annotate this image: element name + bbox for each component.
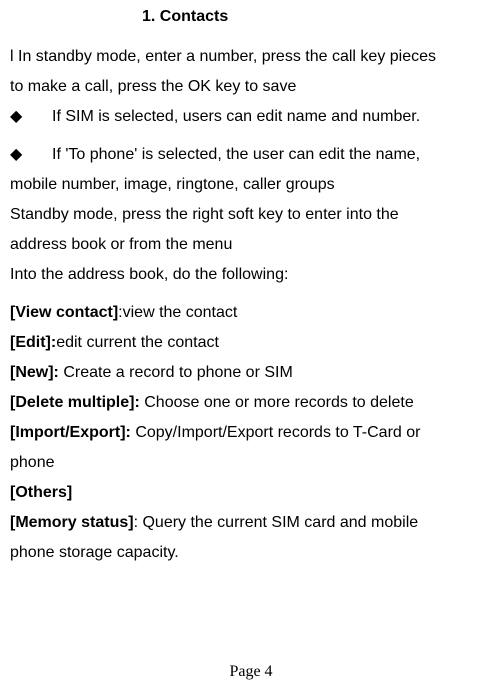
item-edit: [Edit]:edit current the contact — [10, 328, 492, 358]
text: :view the contact — [118, 304, 237, 321]
intro-line-2: to make a call, press the OK key to save — [10, 72, 492, 102]
label: [Others] — [10, 484, 72, 501]
page-number: Page 4 — [0, 663, 502, 681]
item-delete: [Delete multiple]: Choose one or more re… — [10, 388, 492, 418]
diamond-bullet-icon: ◆ — [10, 102, 52, 132]
bullet-text: If SIM is selected, users can edit name … — [52, 102, 492, 132]
label: [Import/Export]: — [10, 424, 135, 441]
bullet-item-sim: ◆ If SIM is selected, users can edit nam… — [10, 102, 492, 132]
item-memory-line2: phone storage capacity. — [10, 538, 492, 568]
intro-line-1: l In standby mode, enter a number, press… — [10, 42, 492, 72]
intro-do: Into the address book, do the following: — [10, 260, 492, 290]
item-others: [Others] — [10, 478, 492, 508]
text: Create a record to phone or SIM — [63, 364, 292, 381]
item-new: [New]: Create a record to phone or SIM — [10, 358, 492, 388]
section-heading: 1. Contacts — [10, 8, 492, 26]
label: [New]: — [10, 364, 63, 381]
standby-line-1: Standby mode, press the right soft key t… — [10, 200, 492, 230]
bullet-item-phone: ◆ If 'To phone' is selected, the user ca… — [10, 140, 492, 170]
item-import-line1: [Import/Export]: Copy/Import/Export reco… — [10, 418, 492, 448]
label: [Memory status] — [10, 514, 134, 531]
bullet-text: If 'To phone' is selected, the user can … — [52, 140, 492, 170]
text: edit current the contact — [56, 334, 219, 351]
label: [Delete multiple]: — [10, 394, 144, 411]
text: Copy/Import/Export records to T-Card or — [135, 424, 420, 441]
label: [Edit]: — [10, 334, 56, 351]
standby-line-2: address book or from the menu — [10, 230, 492, 260]
label: [View contact] — [10, 304, 118, 321]
text: Choose one or more records to delete — [144, 394, 413, 411]
bullet-continuation: mobile number, image, ringtone, caller g… — [10, 170, 492, 200]
item-memory-line1: [Memory status]: Query the current SIM c… — [10, 508, 492, 538]
item-view-contact: [View contact]:view the contact — [10, 298, 492, 328]
item-import-line2: phone — [10, 448, 492, 478]
diamond-bullet-icon: ◆ — [10, 140, 52, 170]
text: : Query the current SIM card and mobile — [134, 514, 419, 531]
